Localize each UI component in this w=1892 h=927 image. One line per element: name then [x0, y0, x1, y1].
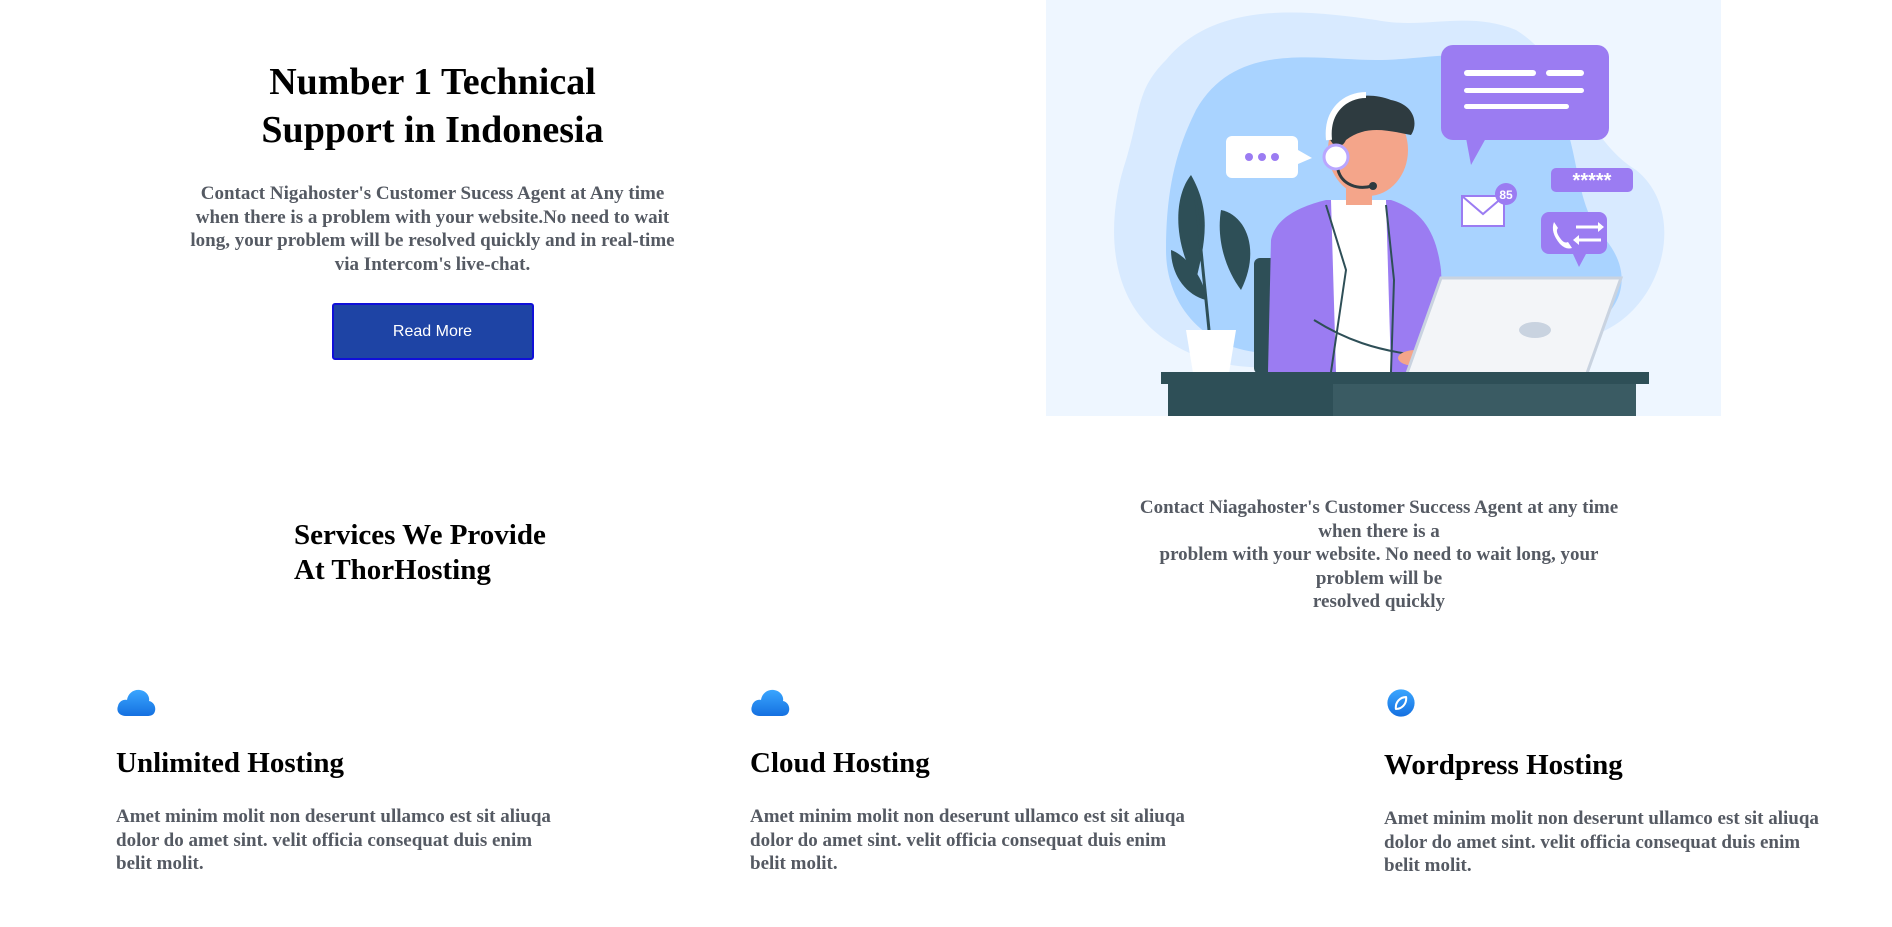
hero-title-line1: Number 1 Technical	[269, 61, 596, 103]
hero-section: Number 1 Technical Support in Indonesia …	[180, 58, 685, 360]
service-card-title: Cloud Hosting	[750, 747, 930, 779]
services-description: Contact Niagahoster's Customer Success A…	[1134, 496, 1624, 614]
services-title: Services We Provide At ThorHosting	[294, 518, 634, 588]
service-card-cloud-hosting: Cloud Hosting Amet minim molit non deser…	[750, 686, 1190, 876]
hero-description: Contact Nigahoster's Customer Sucess Age…	[190, 183, 675, 275]
services-title-line1: Services We Provide	[294, 519, 546, 551]
notification-count: 85	[1499, 188, 1513, 202]
service-card-title: Unlimited Hosting	[116, 747, 344, 779]
service-card-description: Amet minim molit non deserunt ullamco es…	[1384, 808, 1819, 876]
services-description-line: problem with your website. No need to wa…	[1159, 544, 1599, 589]
service-card-wordpress-hosting: Wordpress Hosting Amet minim molit non d…	[1384, 686, 1824, 878]
services-description-line: resolved quickly	[1312, 591, 1446, 612]
service-card-unlimited-hosting: Unlimited Hosting Amet minim molit non d…	[116, 686, 556, 876]
password-badge: *****	[1551, 168, 1633, 192]
cloud-icon	[751, 689, 790, 716]
desk	[1161, 372, 1649, 416]
password-mask-text: *****	[1573, 170, 1612, 192]
service-card-description: Amet minim molit non deserunt ullamco es…	[750, 806, 1185, 874]
laptop	[1403, 276, 1624, 378]
service-card-title: Wordpress Hosting	[1384, 749, 1623, 781]
support-agent-illustration: ***** 85	[1046, 0, 1721, 416]
services-description-line: Contact Niagahoster's Customer Success A…	[1139, 497, 1619, 542]
support-agent-illustration-svg: ***** 85	[1114, 12, 1665, 416]
cloud-icon	[117, 689, 156, 716]
hero-title-line2: Support in Indonesia	[261, 109, 604, 151]
hero-title: Number 1 Technical Support in Indonesia	[180, 58, 685, 154]
read-more-button[interactable]: Read More	[331, 303, 534, 360]
services-title-line2: At ThorHosting	[294, 554, 491, 586]
leaf-icon	[1387, 689, 1415, 717]
service-card-description: Amet minim molit non deserunt ullamco es…	[116, 806, 551, 874]
